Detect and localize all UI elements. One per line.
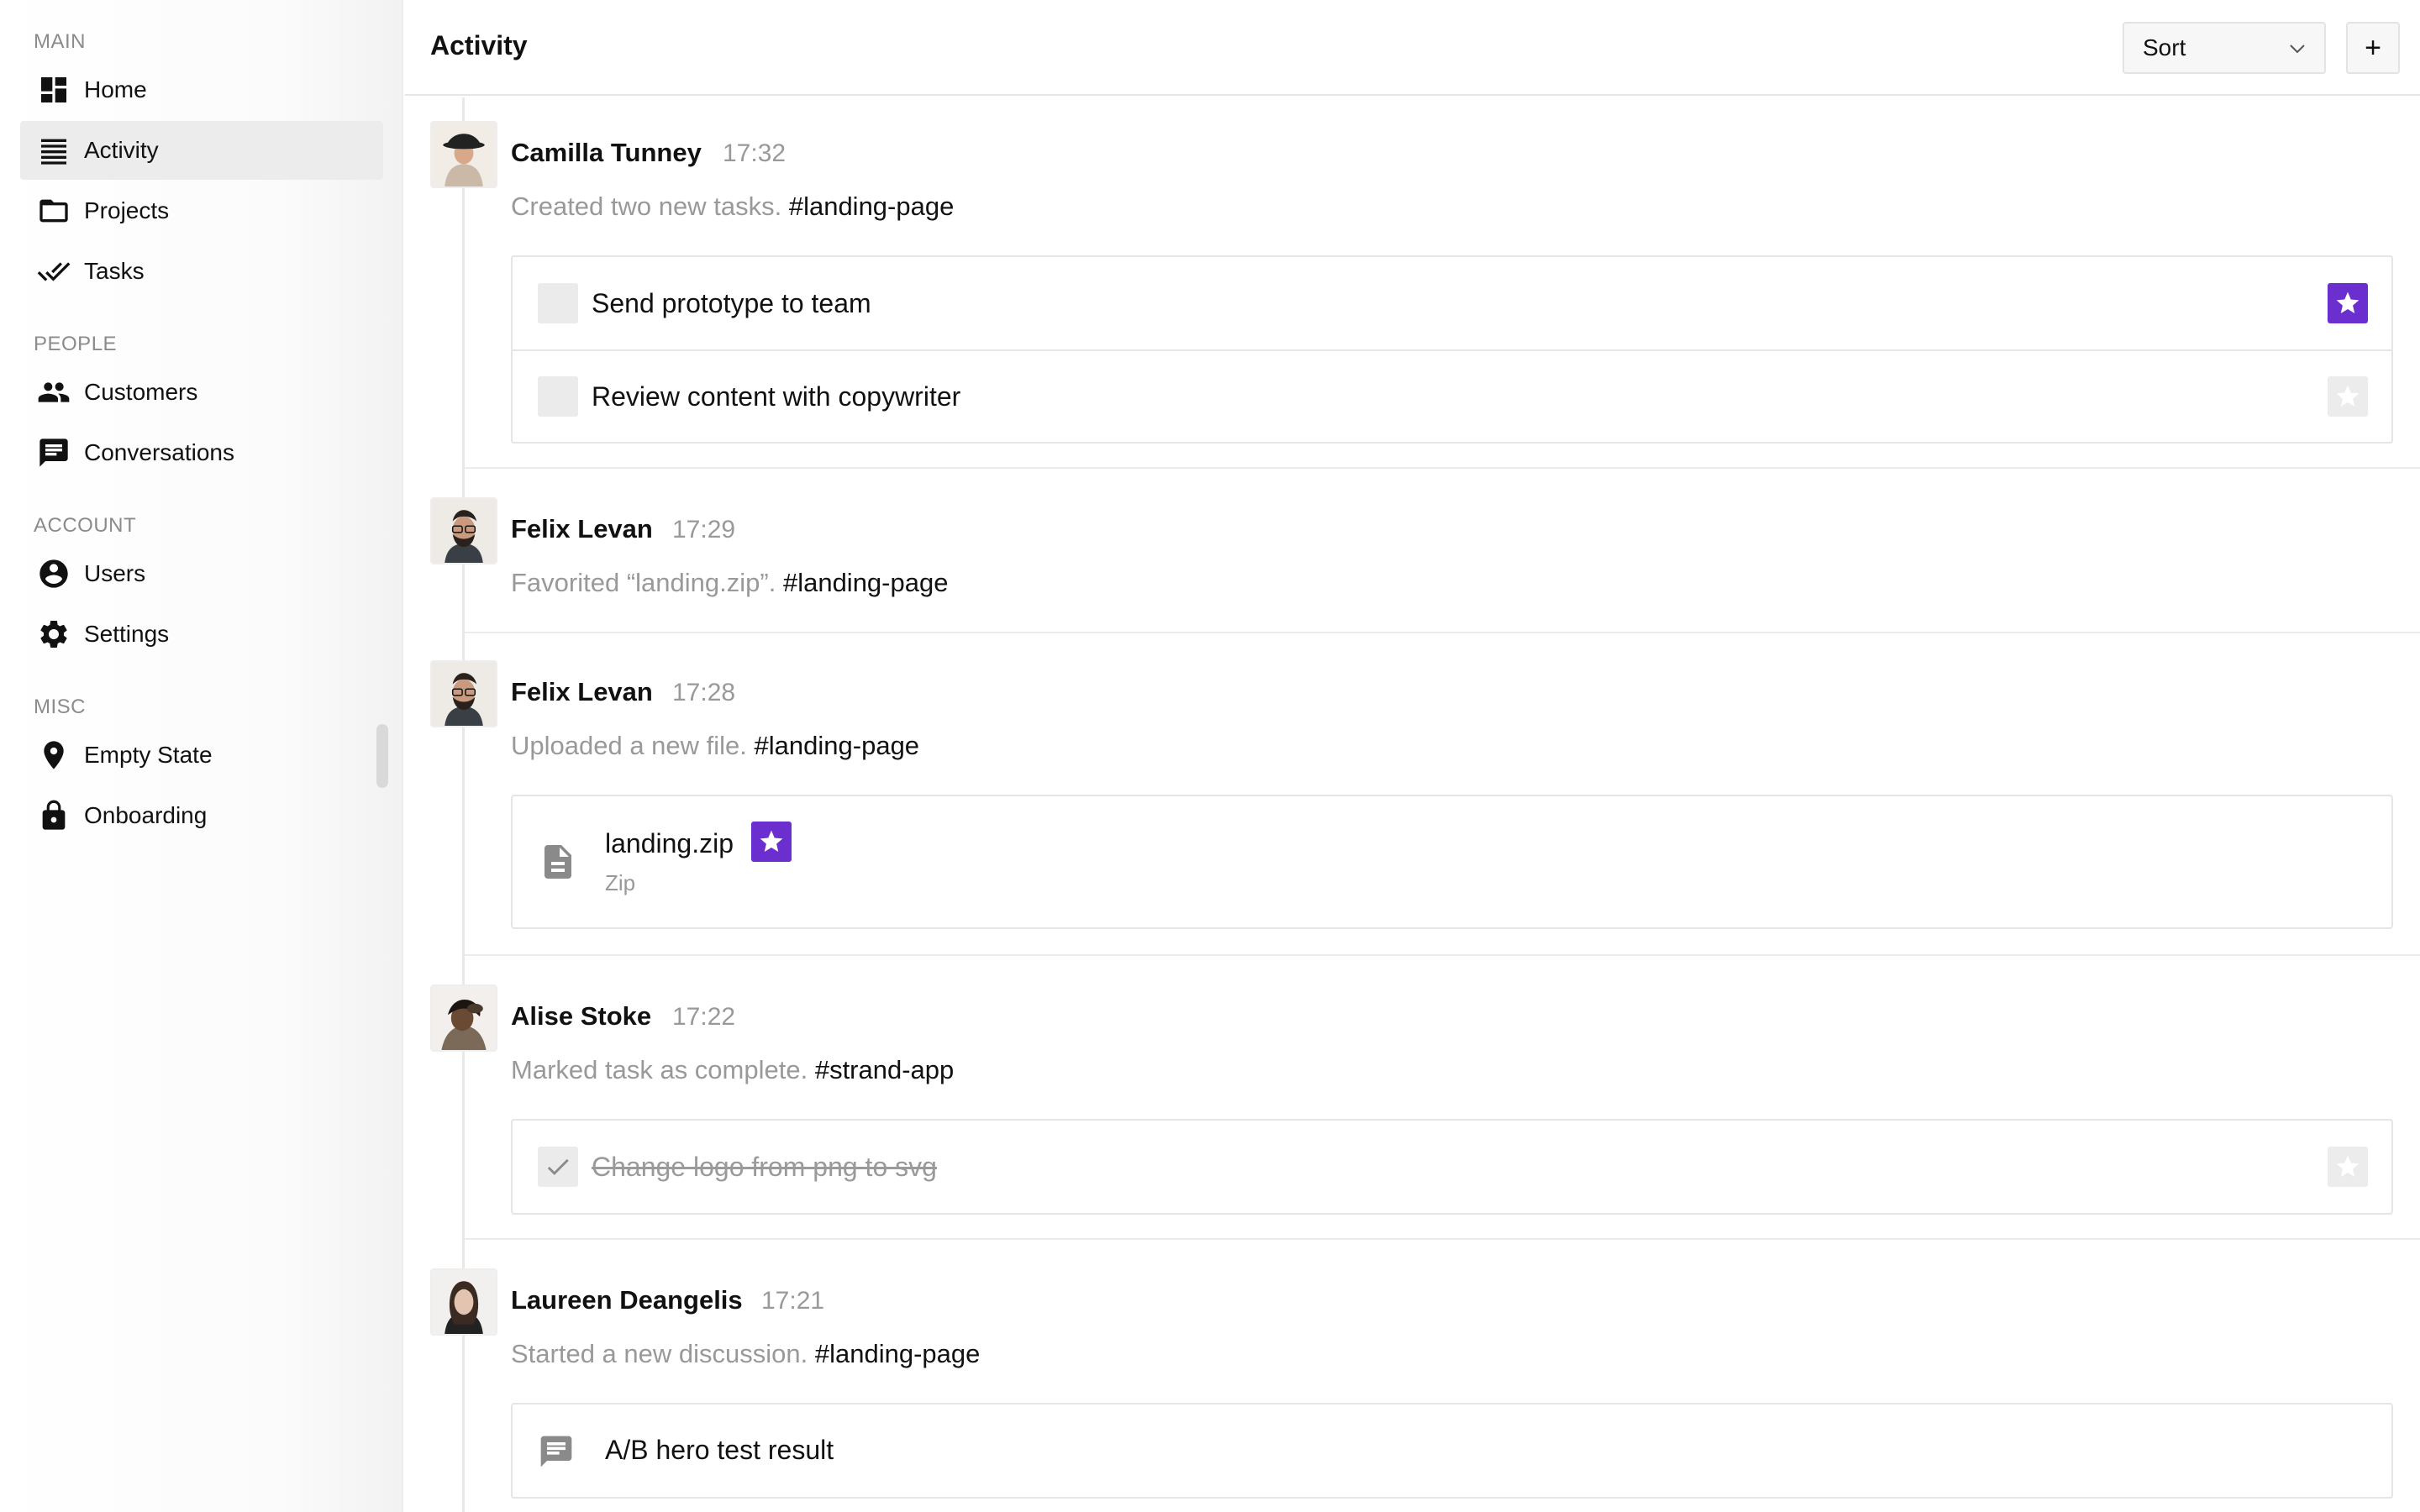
- sidebar-item-settings[interactable]: Settings: [20, 605, 383, 664]
- gear-icon: [35, 616, 72, 653]
- action-text: Created two new tasks.: [511, 192, 782, 221]
- activity-description: Uploaded a new file. #landing-page: [511, 731, 919, 761]
- project-tag[interactable]: #landing-page: [789, 192, 955, 221]
- avatar[interactable]: [430, 1268, 497, 1336]
- user-name[interactable]: Alise Stoke: [511, 1001, 651, 1032]
- project-tag[interactable]: #landing-page: [815, 1339, 981, 1368]
- task-checkbox[interactable]: [538, 1147, 578, 1187]
- file-type: Zip: [605, 870, 636, 895]
- sidebar-item-tasks[interactable]: Tasks: [20, 242, 383, 301]
- people-icon: [35, 374, 72, 411]
- activity-description: Marked task as complete. #strand-app: [511, 1055, 954, 1085]
- sidebar: MAIN Home Activity Projects Tasks PEOPLE…: [0, 0, 403, 1512]
- project-tag[interactable]: #strand-app: [815, 1055, 954, 1084]
- sidebar-item-label: Onboarding: [84, 802, 208, 828]
- folder-icon: [35, 192, 72, 229]
- task-checkbox[interactable]: [538, 376, 578, 417]
- sidebar-item-label: Settings: [84, 621, 170, 647]
- action-text: Favorited “landing.zip”.: [511, 568, 776, 597]
- user-name[interactable]: Camilla Tunney: [511, 138, 702, 168]
- add-button[interactable]: +: [2346, 22, 2400, 74]
- check-icon: [547, 1158, 569, 1175]
- page-title: Activity: [430, 30, 528, 60]
- sidebar-item-label: Users: [84, 560, 146, 586]
- avatar[interactable]: [430, 497, 497, 564]
- dashboard-icon: [35, 71, 72, 108]
- task-row: Review content with copywriter: [513, 349, 2391, 442]
- avatar[interactable]: [430, 121, 497, 188]
- action-text: Marked task as complete.: [511, 1055, 808, 1084]
- project-tag[interactable]: #landing-page: [783, 568, 949, 597]
- chat-icon: [538, 1433, 578, 1473]
- chat-icon: [35, 434, 72, 471]
- section-title-account: ACCOUNT: [34, 514, 137, 537]
- task-card: Change logo from png to svg: [511, 1119, 2393, 1215]
- user-name[interactable]: Laureen Deangelis: [511, 1285, 743, 1315]
- location-pin-icon: [35, 737, 72, 774]
- star-icon[interactable]: [2328, 1147, 2368, 1187]
- file-card[interactable]: landing.zip Zip: [511, 795, 2393, 929]
- entry-divider: [465, 1238, 2420, 1240]
- sort-dropdown[interactable]: Sort: [2123, 22, 2326, 74]
- sidebar-item-onboarding[interactable]: Onboarding: [20, 786, 383, 845]
- sidebar-item-activity[interactable]: Activity: [20, 121, 383, 180]
- section-title-misc: MISC: [34, 696, 86, 718]
- account-circle-icon: [35, 555, 72, 592]
- avatar[interactable]: [430, 660, 497, 727]
- activity-description: Favorited “landing.zip”. #landing-page: [511, 568, 948, 598]
- activity-description: Started a new discussion. #landing-page: [511, 1339, 980, 1369]
- sidebar-item-users[interactable]: Users: [20, 544, 383, 603]
- sidebar-item-conversations[interactable]: Conversations: [20, 423, 383, 482]
- activity-description: Created two new tasks. #landing-page: [511, 192, 954, 222]
- action-text: Uploaded a new file.: [511, 731, 747, 760]
- star-icon[interactable]: [751, 822, 792, 862]
- star-icon[interactable]: [2328, 283, 2368, 323]
- sidebar-item-label: Customers: [84, 379, 198, 405]
- timestamp: 17:32: [723, 139, 786, 167]
- user-name[interactable]: Felix Levan: [511, 514, 653, 544]
- project-tag[interactable]: #landing-page: [755, 731, 920, 760]
- sidebar-item-home[interactable]: Home: [20, 60, 383, 119]
- task-row: Change logo from png to svg: [513, 1121, 2391, 1213]
- sidebar-item-label: Tasks: [84, 258, 145, 284]
- timestamp: 17:22: [672, 1003, 736, 1031]
- sidebar-item-empty-state[interactable]: Empty State: [20, 726, 383, 785]
- sidebar-item-label: Empty State: [84, 742, 213, 768]
- sort-label: Sort: [2143, 34, 2186, 60]
- action-text: Started a new discussion.: [511, 1339, 808, 1368]
- lock-icon: [35, 797, 72, 834]
- discussion-card[interactable]: A/B hero test result: [511, 1403, 2393, 1499]
- entry-divider: [465, 632, 2420, 633]
- task-card: Send prototype to team Review content wi…: [511, 255, 2393, 444]
- task-title: Change logo from png to svg: [592, 1151, 937, 1182]
- user-name[interactable]: Felix Levan: [511, 677, 653, 707]
- section-title-main: MAIN: [34, 30, 86, 53]
- timestamp: 17:28: [672, 679, 736, 706]
- sidebar-item-projects[interactable]: Projects: [20, 181, 383, 240]
- list-icon: [35, 132, 72, 169]
- entry-divider: [465, 467, 2420, 469]
- document-icon: [538, 842, 578, 882]
- entry-divider: [465, 954, 2420, 956]
- sidebar-scrollbar[interactable]: [376, 724, 388, 788]
- timestamp: 17:29: [672, 516, 736, 543]
- section-title-people: PEOPLE: [34, 333, 118, 355]
- file-name[interactable]: landing.zip: [605, 828, 734, 859]
- task-row: Send prototype to team: [513, 257, 2391, 349]
- task-title: Review content with copywriter: [592, 381, 961, 412]
- chevron-down-icon: [2290, 45, 2305, 54]
- task-title: Send prototype to team: [592, 287, 871, 318]
- double-check-icon: [35, 253, 72, 290]
- sidebar-item-label: Conversations: [84, 439, 234, 465]
- task-checkbox[interactable]: [538, 283, 578, 323]
- sidebar-item-label: Projects: [84, 197, 170, 223]
- timestamp: 17:21: [761, 1287, 825, 1315]
- sidebar-item-label: Home: [84, 76, 147, 102]
- avatar[interactable]: [430, 984, 497, 1052]
- top-bar: Activity: [405, 0, 2420, 96]
- discussion-title[interactable]: A/B hero test result: [605, 1435, 834, 1466]
- sidebar-item-customers[interactable]: Customers: [20, 363, 383, 422]
- sidebar-item-label: Activity: [84, 137, 159, 163]
- star-icon[interactable]: [2328, 376, 2368, 417]
